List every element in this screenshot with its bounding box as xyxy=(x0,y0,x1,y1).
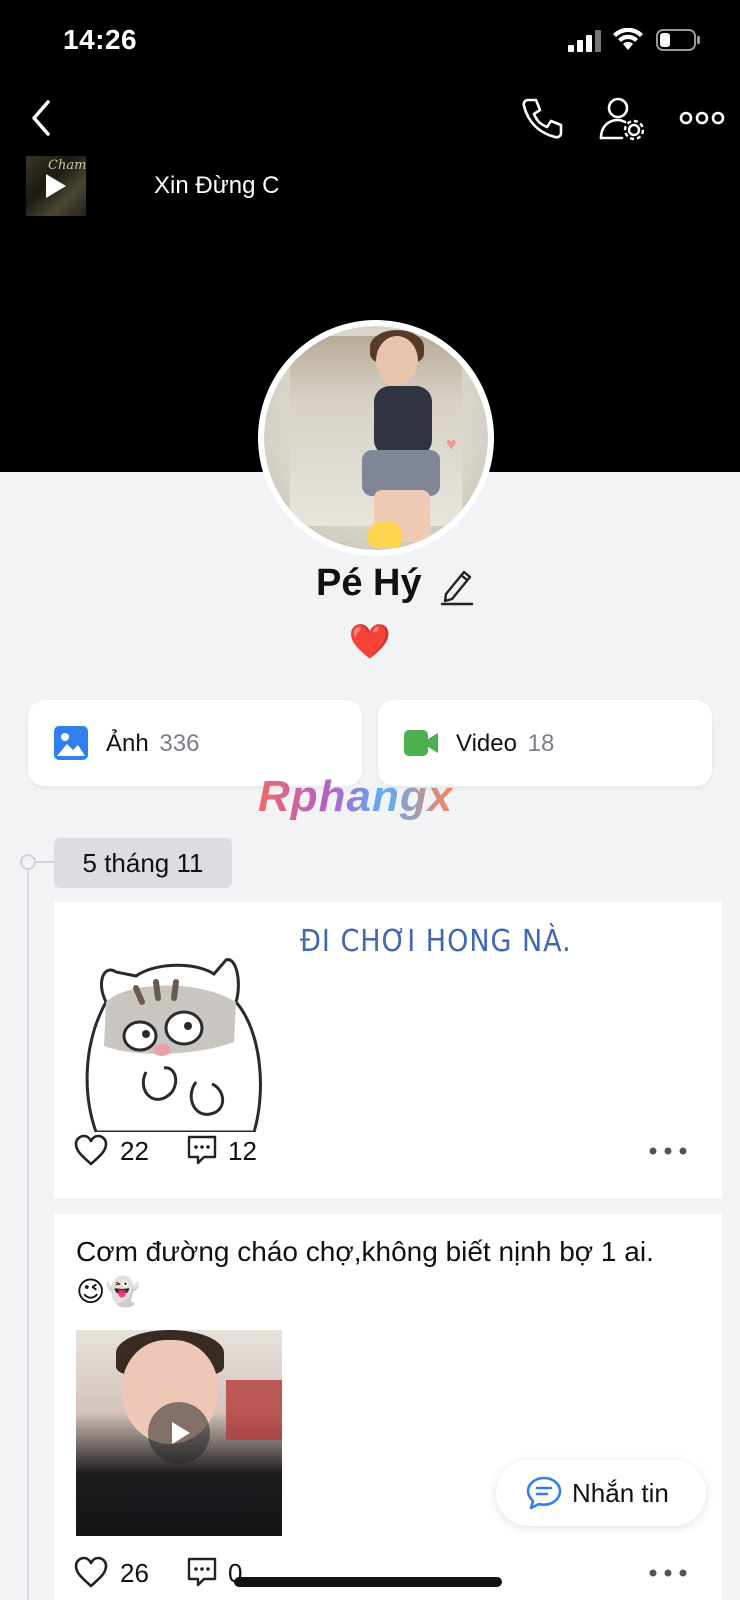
photo-icon xyxy=(54,726,88,760)
profile-music[interactable]: Cham Xin Đừng C xyxy=(26,156,426,218)
signal-icon xyxy=(568,30,601,52)
music-cover[interactable]: Cham xyxy=(26,156,86,216)
play-icon xyxy=(46,174,66,198)
battery-icon xyxy=(656,29,700,51)
send-message-label: Nhắn tin xyxy=(572,1478,669,1508)
videos-count: 18 xyxy=(527,730,555,757)
more-options-button[interactable] xyxy=(678,100,726,136)
status-time: 14:26 xyxy=(63,24,138,55)
heart-icon[interactable] xyxy=(74,1134,108,1166)
like-count: 22 xyxy=(120,1136,149,1166)
play-icon xyxy=(148,1402,210,1464)
photos-label: Ảnh xyxy=(106,730,149,757)
home-indicator xyxy=(234,1577,502,1587)
post-text: Cơm đường cháo chợ,không biết nịnh bợ 1 … xyxy=(76,1232,706,1312)
music-title: Xin Đừng C xyxy=(154,172,280,199)
post-more-icon[interactable] xyxy=(648,1144,688,1158)
sticker-caption: ĐI CHƠI HONG NÀ. xyxy=(300,924,572,959)
music-cover-text: Cham xyxy=(48,158,87,173)
post-more-icon[interactable] xyxy=(648,1566,688,1580)
timeline-date: 5 tháng 11 xyxy=(54,838,232,888)
watermark: Rphangx xyxy=(258,772,454,821)
like-count: 26 xyxy=(120,1558,149,1588)
post-card[interactable]: ĐI CHƠI HONG NÀ. 22 12 xyxy=(54,902,722,1198)
videos-label: Video xyxy=(456,730,517,757)
name-row: Pé Hý xyxy=(0,560,740,620)
heart-sticker-icon: ♥ xyxy=(446,434,457,454)
comment-count: 12 xyxy=(228,1136,257,1166)
comment-icon[interactable] xyxy=(186,1556,218,1588)
post-card[interactable]: Cơm đường cháo chợ,không biết nịnh bợ 1 … xyxy=(54,1214,722,1600)
post-emojis: 😉👻 xyxy=(76,1275,141,1308)
profile-bio: ❤️ xyxy=(348,623,392,661)
timeline-dot xyxy=(20,854,36,870)
comment-icon[interactable] xyxy=(186,1134,218,1166)
video-thumbnail[interactable] xyxy=(76,1330,282,1536)
timeline-line xyxy=(27,862,29,1600)
phone-call-button[interactable] xyxy=(520,96,564,140)
chat-bubble-icon xyxy=(526,1476,562,1510)
cat-sticker-icon xyxy=(368,522,402,548)
edit-name-icon[interactable] xyxy=(440,564,474,606)
post-caption: Cơm đường cháo chợ,không biết nịnh bợ 1 … xyxy=(76,1236,654,1267)
status-bar: 14:26 xyxy=(0,0,740,80)
profile-settings-button[interactable] xyxy=(598,96,646,142)
post-actions: 22 12 xyxy=(74,1130,714,1174)
cat-sticker xyxy=(85,958,262,1132)
profile-name: Pé Hý xyxy=(316,562,422,604)
avatar-photo: ♥ xyxy=(264,326,488,550)
send-message-button[interactable]: Nhắn tin xyxy=(496,1460,706,1526)
wifi-icon xyxy=(613,28,643,50)
back-button[interactable] xyxy=(24,96,60,140)
photos-count: 336 xyxy=(159,730,200,757)
heart-icon[interactable] xyxy=(74,1556,108,1588)
video-camera-icon xyxy=(404,730,438,756)
avatar[interactable]: ♥ xyxy=(258,320,494,556)
post-actions: 26 0 xyxy=(74,1552,714,1596)
